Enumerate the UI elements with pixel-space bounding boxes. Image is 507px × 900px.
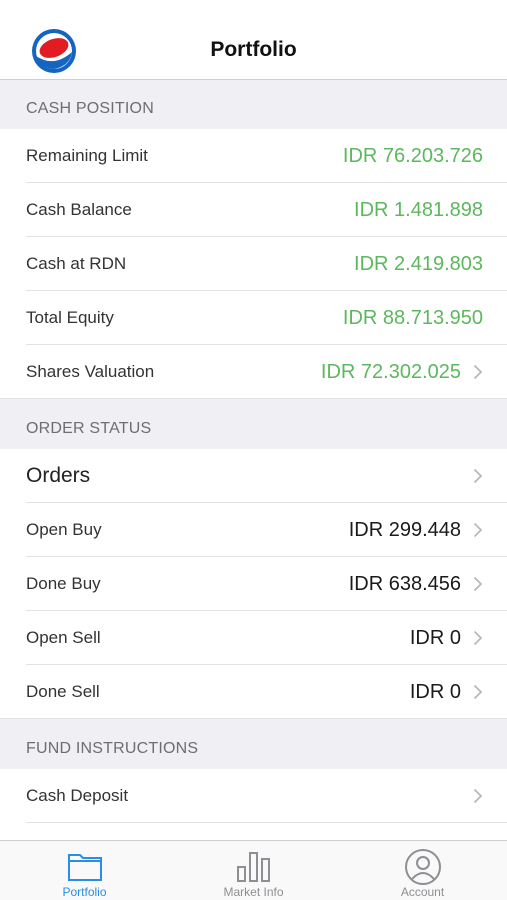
row-open-buy[interactable]: Open Buy IDR 299.448 — [0, 503, 507, 557]
tab-label: Market Info — [223, 885, 284, 899]
row-cash-at-rdn: Cash at RDN IDR 2.419.803 — [0, 237, 507, 291]
tab-bar: Portfolio Market Info Account — [0, 840, 507, 900]
row-value: IDR 0 — [409, 680, 461, 703]
row-value: IDR 88.713.950 — [342, 306, 483, 329]
section-header-order-status: ORDER STATUS — [0, 399, 507, 449]
row-label: Cash Balance — [26, 200, 132, 219]
row-value: IDR 0 — [409, 626, 461, 649]
row-value: IDR 1.481.898 — [354, 198, 483, 221]
row-done-sell[interactable]: Done Sell IDR 0 — [0, 665, 507, 719]
row-cash-balance: Cash Balance IDR 1.481.898 — [0, 183, 507, 237]
row-shares-valuation[interactable]: Shares Valuation IDR 72.302.025 — [0, 345, 507, 399]
row-next-item[interactable] — [0, 823, 507, 840]
section-header-cash-position: CASH POSITION — [0, 80, 507, 129]
section-header-fund-instructions: FUND INSTRUCTIONS — [0, 719, 507, 769]
row-value: IDR 76.203.726 — [342, 144, 483, 167]
tab-label: Account — [400, 885, 445, 899]
row-open-sell[interactable]: Open Sell IDR 0 — [0, 611, 507, 665]
row-value: IDR 72.302.025 — [320, 360, 461, 383]
row-cash-deposit[interactable]: Cash Deposit — [0, 769, 507, 823]
tab-account[interactable]: Account — [338, 841, 507, 900]
row-label: Open Buy — [26, 520, 102, 539]
chevron-right-icon — [473, 576, 483, 592]
chevron-right-icon — [473, 468, 483, 484]
row-label: Remaining Limit — [26, 146, 148, 165]
portfolio-list[interactable]: CASH POSITION Remaining Limit IDR 76.203… — [0, 80, 507, 840]
row-label: Cash at RDN — [26, 254, 127, 273]
row-label: Cash Deposit — [26, 786, 129, 805]
nav-bar: Portfolio — [0, 0, 507, 80]
folder-icon — [66, 849, 104, 888]
chevron-right-icon — [473, 630, 483, 646]
chevron-right-icon — [473, 788, 483, 804]
bar-chart-icon — [234, 849, 274, 888]
row-done-buy[interactable]: Done Buy IDR 638.456 — [0, 557, 507, 611]
tab-label: Portfolio — [62, 885, 107, 899]
chevron-right-icon — [473, 364, 483, 380]
chevron-right-icon — [473, 684, 483, 700]
chevron-right-icon — [473, 522, 483, 538]
row-label: Done Buy — [26, 574, 101, 593]
row-total-equity: Total Equity IDR 88.713.950 — [0, 291, 507, 345]
row-label: Open Sell — [26, 628, 101, 647]
row-orders[interactable]: Orders — [0, 449, 507, 503]
row-value: IDR 2.419.803 — [354, 252, 483, 275]
tab-portfolio[interactable]: Portfolio — [0, 841, 169, 900]
row-value: IDR 299.448 — [348, 518, 461, 541]
row-label: Shares Valuation — [26, 362, 155, 381]
row-label: Done Sell — [26, 682, 100, 701]
tab-market-info[interactable]: Market Info — [169, 841, 338, 900]
row-value: IDR 638.456 — [348, 572, 461, 595]
row-remaining-limit: Remaining Limit IDR 76.203.726 — [0, 129, 507, 183]
page-title: Portfolio — [210, 38, 297, 61]
user-icon — [404, 849, 442, 890]
row-label: Total Equity — [26, 308, 114, 327]
row-label: Orders — [26, 464, 91, 487]
